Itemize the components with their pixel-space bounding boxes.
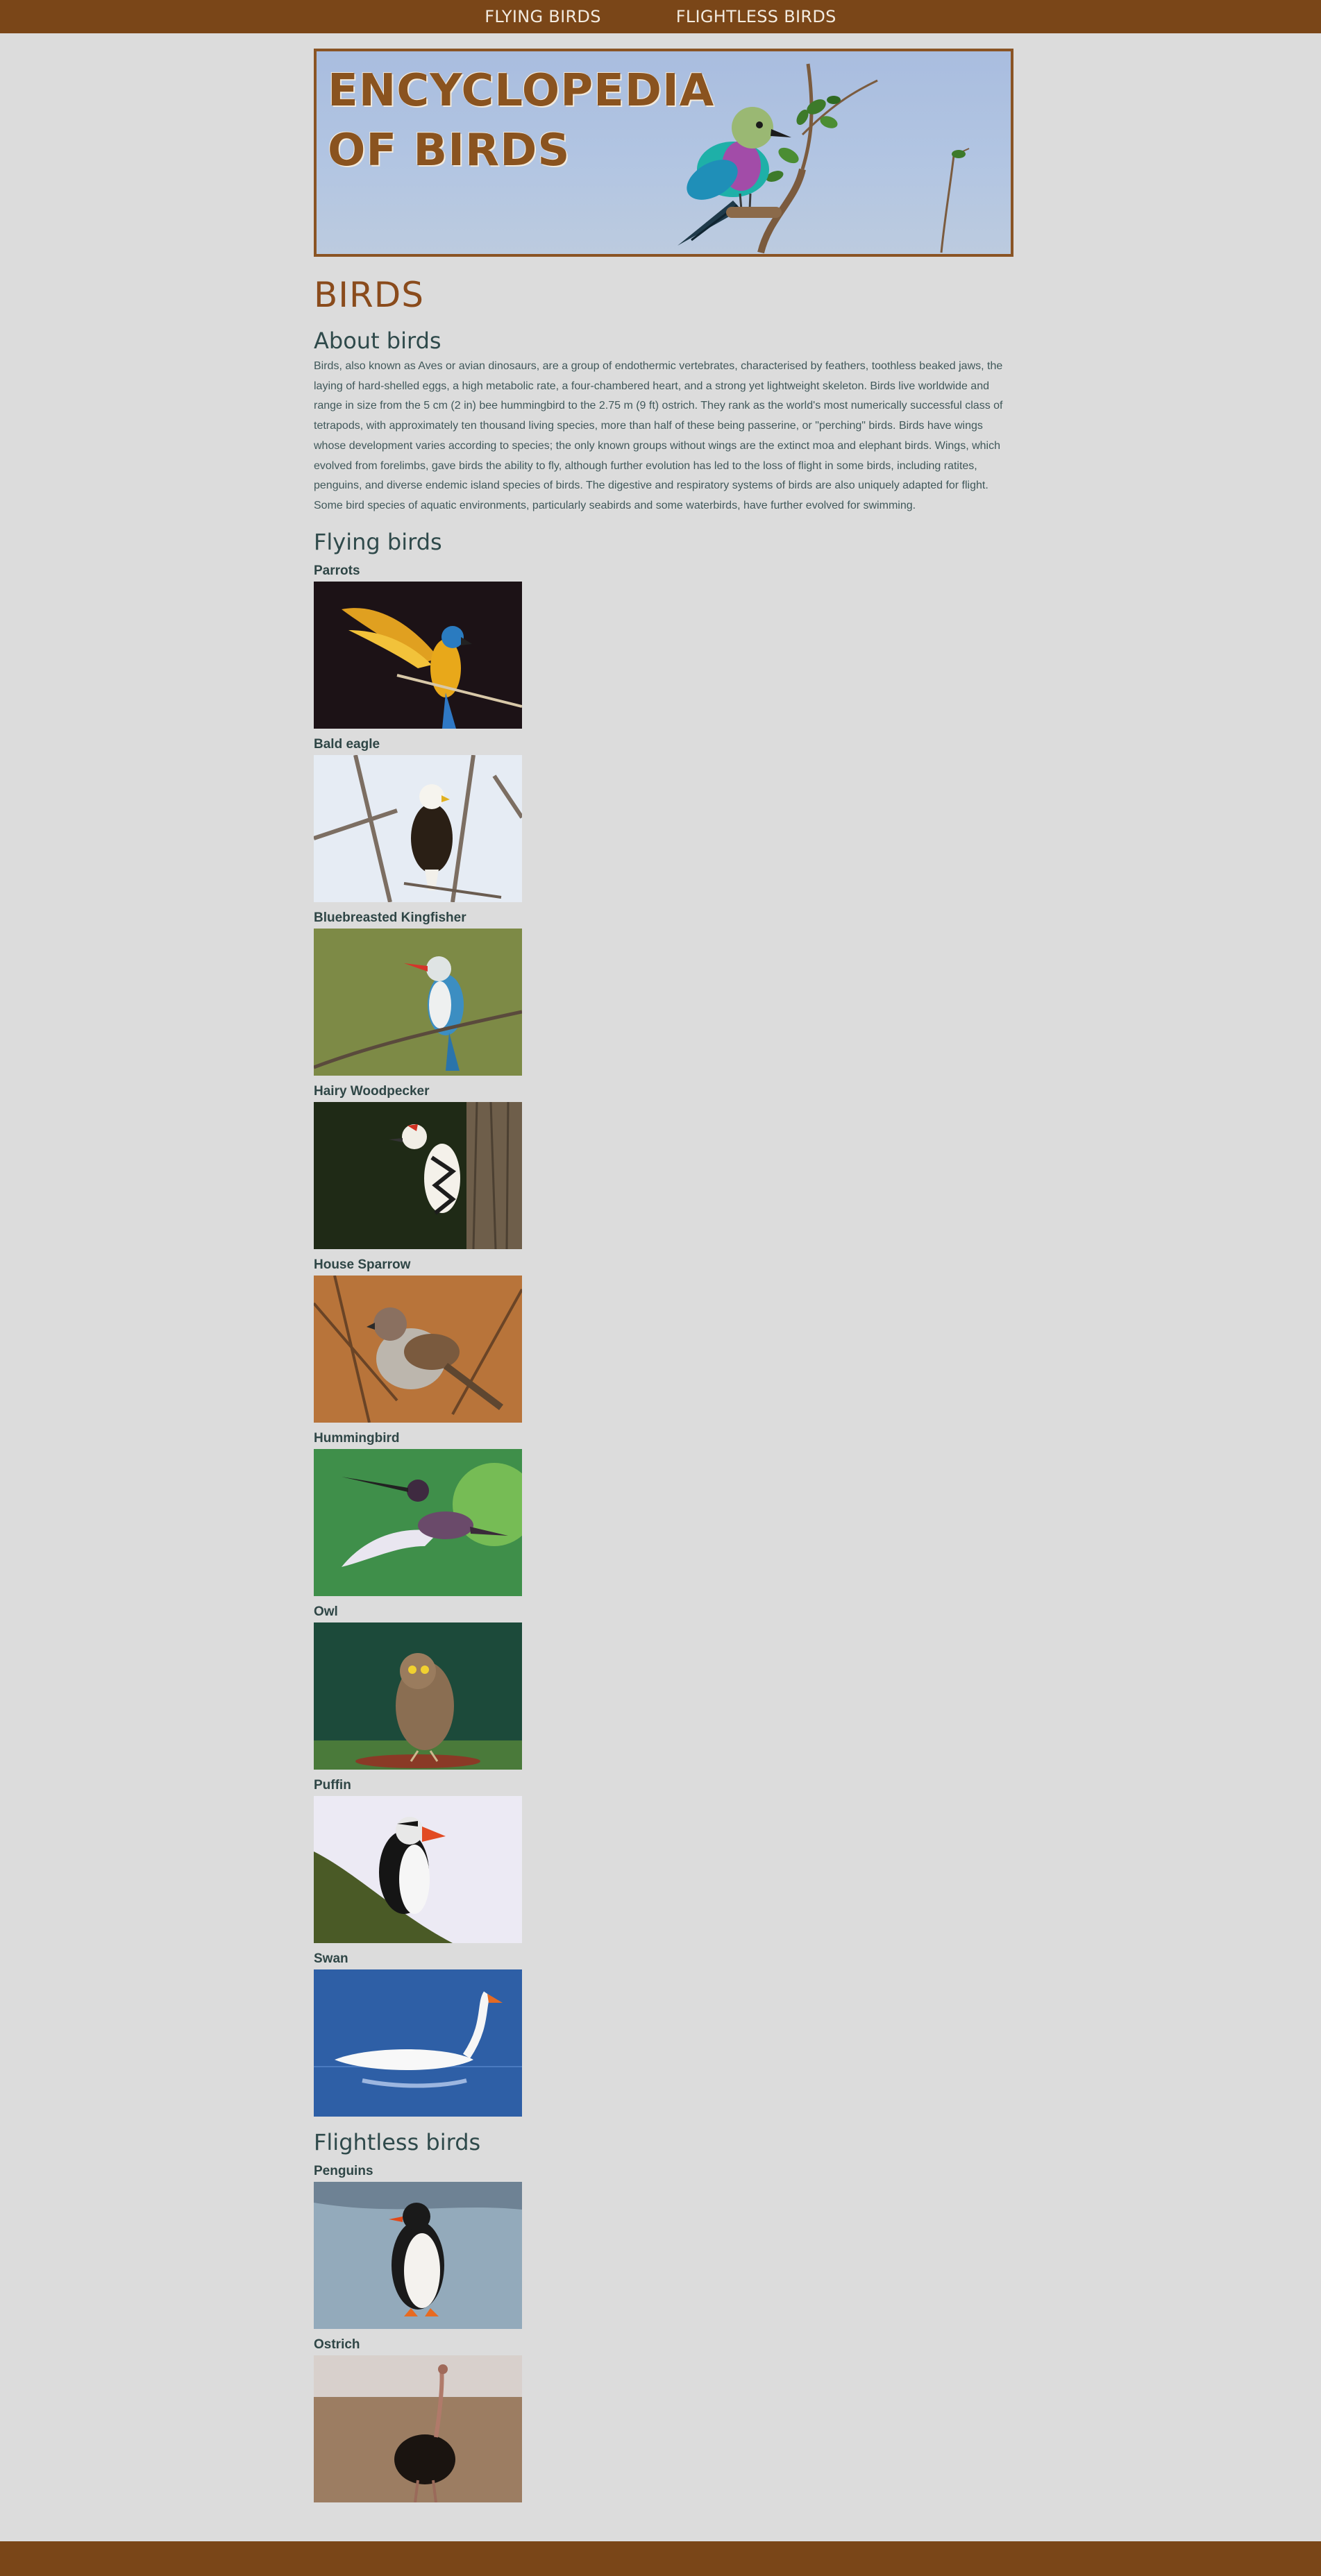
banner-title-line1: ENCYCLOPEDIA (328, 65, 715, 117)
hummingbird-photo (314, 1448, 522, 1596)
woodpecker-photo (314, 1101, 522, 1249)
bird-name: Swan (314, 1951, 348, 1966)
bird-name: Bluebreasted Kingfisher (314, 910, 466, 925)
top-navigation: FLYING BIRDS FLIGHTLESS BIRDS (0, 0, 1321, 33)
bird-name: Penguins (314, 2163, 373, 2178)
flying-birds-heading: Flying birds (314, 528, 442, 555)
footer (0, 2541, 1321, 2576)
flightless-birds-section: Flightless birds Penguins Ostrich (314, 2129, 1012, 2502)
nav-link-flightless-birds[interactable]: FLIGHTLESS BIRDS (676, 7, 836, 26)
bird-name: Owl (314, 1604, 338, 1619)
bird-name: Hairy Woodpecker (314, 1083, 430, 1099)
bird-name: House Sparrow (314, 1257, 411, 1272)
bird-name: Parrots (314, 563, 360, 578)
banner-title: ENCYCLOPEDIA OF BIRDS (328, 61, 714, 180)
swan-photo (314, 1969, 522, 2117)
bird-entry-bald-eagle: Bald eagle (314, 737, 1012, 902)
ostrich-photo (314, 2355, 522, 2502)
bird-entry-swan: Swan (314, 1951, 1012, 2117)
penguin-photo (314, 2181, 522, 2329)
sparrow-photo (314, 1275, 522, 1423)
about-paragraph: Birds, also known as Aves or avian dinos… (314, 360, 1003, 511)
about-heading: About birds (314, 328, 441, 354)
flightless-birds-heading: Flightless birds (314, 2128, 481, 2155)
bird-entry-penguins: Penguins (314, 2164, 1012, 2329)
nav-link-flying-birds[interactable]: FLYING BIRDS (485, 7, 600, 26)
page-title: BIRDS (314, 275, 425, 315)
parrot-photo (314, 581, 522, 729)
bird-entry-house-sparrow: House Sparrow (314, 1257, 1012, 1423)
bird-entry-bluebreasted-kingfisher: Bluebreasted Kingfisher (314, 910, 1012, 1076)
main-content: ENCYCLOPEDIA OF BIRDS BIRDS About birds … (314, 49, 1013, 2502)
flying-birds-section: Flying birds Parrots Bald eagle Bluebrea… (314, 529, 1012, 2117)
bird-name: Puffin (314, 1777, 351, 1793)
bird-entry-ostrich: Ostrich (314, 2337, 1012, 2502)
puffin-photo (314, 1795, 522, 1943)
bird-name: Bald eagle (314, 736, 380, 752)
about-section: About birds Birds, also known as Aves or… (314, 328, 1012, 516)
bird-entry-owl: Owl (314, 1604, 1012, 1770)
bird-entry-puffin: Puffin (314, 1778, 1012, 1943)
bird-entry-hummingbird: Hummingbird (314, 1431, 1012, 1596)
bird-name: Hummingbird (314, 1430, 400, 1446)
bird-entry-parrots: Parrots (314, 564, 1012, 729)
owl-photo (314, 1622, 522, 1770)
encyclopedia-banner: ENCYCLOPEDIA OF BIRDS (314, 49, 1013, 257)
kingfisher-photo (314, 928, 522, 1076)
bird-name: Ostrich (314, 2337, 360, 2352)
bald-eagle-photo (314, 754, 522, 902)
banner-title-line2: OF BIRDS (328, 125, 571, 176)
bird-entry-hairy-woodpecker: Hairy Woodpecker (314, 1084, 1012, 1249)
